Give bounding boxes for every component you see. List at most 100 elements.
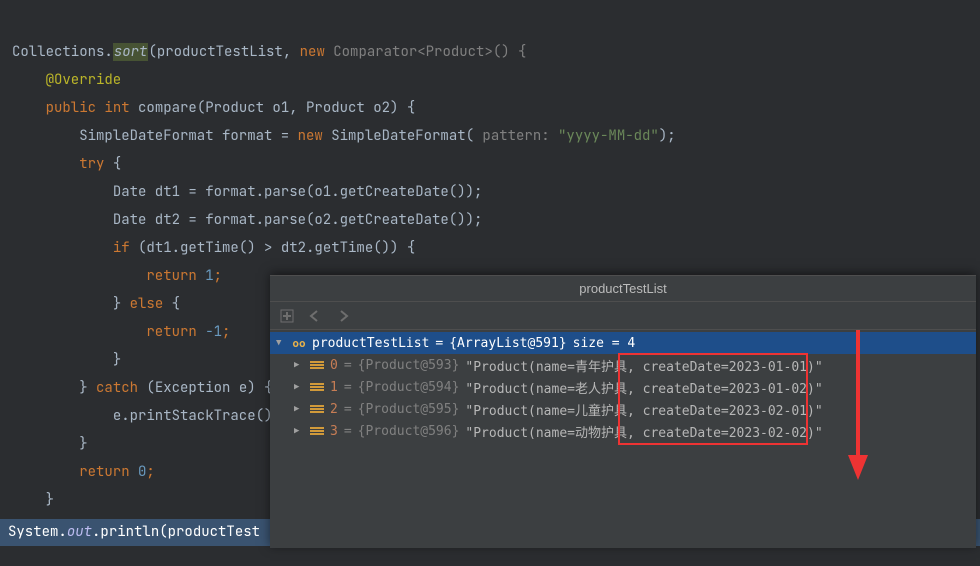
var-value: "Product(name=儿童护具, createDate=2023-02-0… <box>465 400 822 419</box>
back-icon[interactable] <box>308 308 324 324</box>
chevron-right-icon[interactable]: ▶ <box>294 426 304 436</box>
variables-tree[interactable]: ▼ oo productTestList = {ArrayList@591} s… <box>270 330 976 444</box>
t: } <box>113 295 130 313</box>
t: if <box>113 239 138 257</box>
t: sort <box>113 43 149 61</box>
code-line: } <box>12 491 54 509</box>
var-name: productTestList <box>312 336 429 351</box>
t: return <box>146 323 205 341</box>
tree-item-row[interactable]: ▶ 0 = {Product@593} "Product(name=青年护具, c… <box>270 354 976 376</box>
forward-icon[interactable] <box>336 308 352 324</box>
var-value: "Product(name=老人护具, createDate=2023-01-0… <box>465 378 822 397</box>
t: } <box>79 379 96 397</box>
code-line: Date dt1 = format.parse(o1.getCreateDate… <box>12 183 482 201</box>
var-value: "Product(name=动物护具, createDate=2023-02-0… <box>465 422 822 441</box>
t: = <box>344 424 352 439</box>
new-watch-icon[interactable] <box>280 308 296 324</box>
t: = <box>344 358 352 373</box>
code-line: } <box>12 351 121 369</box>
t: else <box>130 295 172 313</box>
t: ; <box>222 323 230 341</box>
var-type: {Product@596} <box>358 424 460 439</box>
code-line: public int compare(Product o1, Product o… <box>12 99 415 117</box>
t: return <box>79 463 138 481</box>
chevron-right-icon[interactable]: ▶ <box>294 404 304 414</box>
t: Date dt1 = format.parse(o1.getCreateDate… <box>113 183 483 201</box>
element-icon <box>310 359 324 371</box>
debugger-panel[interactable]: productTestList ▼ oo productTestList = {… <box>270 275 976 548</box>
var-index: 1 <box>330 380 338 395</box>
code-line: return 0; <box>12 463 155 481</box>
t: new <box>300 43 334 61</box>
code-line: @Override <box>12 71 121 89</box>
t: { <box>172 295 180 313</box>
t: catch <box>96 379 146 397</box>
t: "yyyy-MM-dd" <box>558 127 659 145</box>
t: System. <box>8 523 67 541</box>
t: @Override <box>46 71 122 89</box>
t: e.printStackTrace(); <box>113 407 281 425</box>
t: = <box>435 336 443 351</box>
var-type: {Product@593} <box>358 358 460 373</box>
tree-item-row[interactable]: ▶ 1 = {Product@594} "Product(name=老人护具, c… <box>270 376 976 398</box>
chevron-right-icon[interactable]: ▶ <box>294 360 304 370</box>
var-type: {ArrayList@591} <box>449 336 566 351</box>
t: SimpleDateFormat( <box>331 127 482 145</box>
element-icon <box>310 381 324 393</box>
code-line: return 1; <box>12 267 222 285</box>
element-icon <box>310 425 324 437</box>
code-line: SimpleDateFormat format = new SimpleDate… <box>12 127 676 145</box>
t: public <box>46 99 105 117</box>
t: } <box>113 351 121 369</box>
var-type: {Product@595} <box>358 402 460 417</box>
t: (productTestList <box>148 43 282 61</box>
debugger-title: productTestList <box>270 276 976 302</box>
chevron-right-icon[interactable]: ▶ <box>294 382 304 392</box>
t: 1 <box>205 267 213 285</box>
t: return <box>146 267 205 285</box>
t: ; <box>214 267 222 285</box>
chevron-down-icon[interactable]: ▼ <box>276 338 286 348</box>
code-line: } catch (Exception e) { <box>12 379 272 397</box>
t: } <box>79 435 87 453</box>
tree-item-row[interactable]: ▶ 2 = {Product@595} "Product(name=儿童护具, c… <box>270 398 976 420</box>
t: pattern: <box>482 127 558 145</box>
object-icon: oo <box>292 337 306 349</box>
var-type: {Product@594} <box>358 380 460 395</box>
code-line: Collections.sort(productTestList, new Co… <box>12 43 526 61</box>
t: int <box>104 99 138 117</box>
t: new <box>298 127 332 145</box>
var-index: 2 <box>330 402 338 417</box>
element-icon <box>310 403 324 415</box>
t: SimpleDateFormat format = <box>79 127 297 145</box>
debugger-toolbar <box>270 302 976 330</box>
var-size: size = 4 <box>573 336 636 351</box>
t: Date dt2 = format.parse(o2.getCreateDate… <box>113 211 483 229</box>
var-value: "Product(name=青年护具, createDate=2023-01-0… <box>465 356 822 375</box>
t: try <box>79 155 113 173</box>
var-index: 3 <box>330 424 338 439</box>
t: = <box>344 402 352 417</box>
t: ; <box>146 463 154 481</box>
t: compare(Product o1, Product o2) { <box>138 99 415 117</box>
t: , <box>283 43 300 61</box>
tree-item-row[interactable]: ▶ 3 = {Product@596} "Product(name=动物护具, c… <box>270 420 976 442</box>
code-line: Date dt2 = format.parse(o2.getCreateDate… <box>12 211 482 229</box>
code-line: } <box>12 435 88 453</box>
t: out <box>67 523 92 541</box>
t: = <box>344 380 352 395</box>
t: } <box>46 491 54 509</box>
code-line: e.printStackTrace(); <box>12 407 281 425</box>
code-line: if (dt1.getTime() > dt2.getTime()) { <box>12 239 415 257</box>
t: ); <box>659 127 676 145</box>
t: Comparator<Product>() { <box>333 43 526 61</box>
tree-root-row[interactable]: ▼ oo productTestList = {ArrayList@591} s… <box>270 332 976 354</box>
t: (dt1.getTime() > dt2.getTime()) { <box>138 239 415 257</box>
t: -1 <box>205 323 222 341</box>
code-line: } else { <box>12 295 180 313</box>
var-index: 0 <box>330 358 338 373</box>
t: { <box>113 155 121 173</box>
code-line: return -1; <box>12 323 230 341</box>
t: (Exception e) { <box>146 379 272 397</box>
t: .println(productTest <box>92 523 260 541</box>
